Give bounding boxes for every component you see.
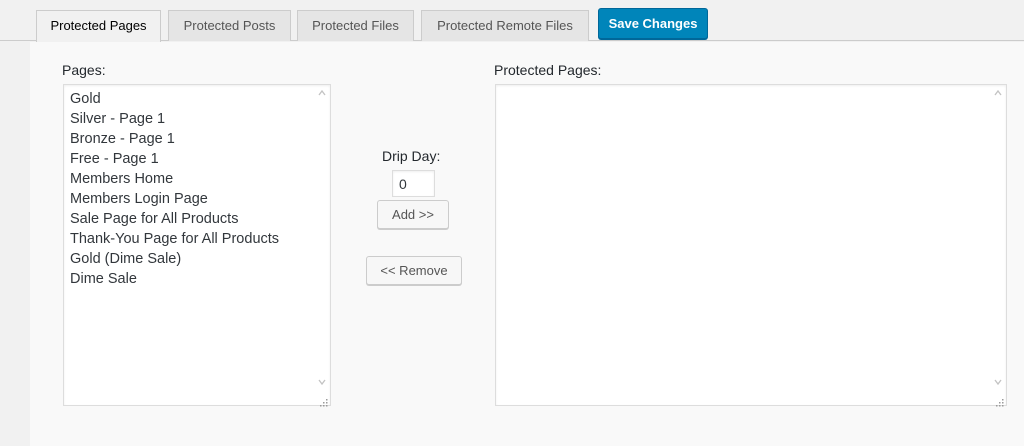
pages-label: Pages: (62, 62, 106, 78)
chevron-up-icon[interactable] (317, 88, 327, 98)
list-item[interactable]: Dime Sale (70, 269, 324, 289)
chevron-down-icon[interactable] (993, 377, 1003, 387)
add-button[interactable]: Add >> (377, 200, 449, 229)
protected-pages-list (496, 85, 1006, 93)
protected-pages-label: Protected Pages: (494, 62, 602, 78)
list-item[interactable]: Gold (Dime Sale) (70, 249, 324, 269)
remove-button[interactable]: << Remove (366, 256, 462, 285)
tab-protected-posts[interactable]: Protected Posts (168, 10, 291, 41)
tab-bar: Protected Pages Protected Posts Protecte… (0, 0, 1024, 42)
tab-protected-remote-files[interactable]: Protected Remote Files (421, 10, 589, 41)
protected-pages-listbox[interactable] (495, 84, 1007, 407)
list-item[interactable]: Free - Page 1 (70, 149, 324, 169)
protected-pages-panel: Pages: Gold Silver - Page 1 Bronze - Page … (30, 42, 1024, 446)
drip-day-label: Drip Day: (382, 148, 441, 164)
list-item[interactable]: Bronze - Page 1 (70, 129, 324, 149)
pages-listbox[interactable]: Gold Silver - Page 1 Bronze - Page 1 Free -… (63, 84, 331, 407)
resize-grip-icon[interactable] (319, 394, 328, 407)
list-item[interactable]: Gold (70, 89, 324, 109)
resize-grip-icon[interactable] (995, 394, 1004, 407)
list-item[interactable]: Members Login Page (70, 189, 324, 209)
list-item[interactable]: Silver - Page 1 (70, 109, 324, 129)
list-item[interactable]: Sale Page for All Products (70, 209, 324, 229)
tab-protected-files[interactable]: Protected Files (297, 10, 414, 41)
drip-day-input[interactable] (392, 170, 435, 197)
page: Protected Pages Protected Posts Protecte… (0, 0, 1024, 446)
tab-protected-pages[interactable]: Protected Pages (36, 10, 161, 42)
list-item[interactable]: Thank-You Page for All Products (70, 229, 324, 249)
list-item[interactable]: Members Home (70, 169, 324, 189)
pages-list: Gold Silver - Page 1 Bronze - Page 1 Free -… (64, 85, 330, 293)
chevron-up-icon[interactable] (993, 88, 1003, 98)
save-changes-button[interactable]: Save Changes (598, 8, 708, 39)
chevron-down-icon[interactable] (317, 377, 327, 387)
